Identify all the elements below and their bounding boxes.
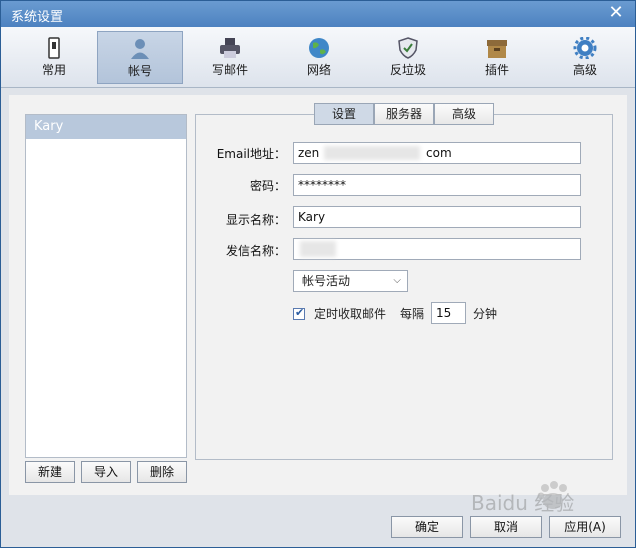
baidu-watermark: Baidu 经验 <box>471 479 611 519</box>
toolbar-label: 高级 <box>572 63 597 77</box>
toolbar-item-plugins[interactable]: 插件 <box>454 31 540 82</box>
settings-window: 系统设置 ✕ 常用 帐号 写邮件 网络 反垃圾 插件 高级 Kary 新建 导入… <box>0 0 636 548</box>
account-settings-content: Kary 新建 导入 删除 Email地址： zen com 密码： *****… <box>9 95 627 495</box>
user-icon <box>131 39 149 59</box>
toolbar-label: 插件 <box>484 63 509 77</box>
ok-button[interactable]: 确定 <box>391 516 463 538</box>
toolbar-label: 反垃圾 <box>389 63 426 77</box>
printer-icon <box>220 38 240 58</box>
toolbar-item-general[interactable]: 常用 <box>11 31 97 82</box>
email-field[interactable]: zen com <box>293 142 581 164</box>
toolbar-label: 网络 <box>306 63 331 77</box>
chevron-down-icon: ⌵ <box>393 275 401 286</box>
tab-server[interactable]: 服务器 <box>374 103 434 125</box>
email-value-end: com <box>426 146 452 160</box>
interval-unit: 分钟 <box>473 307 498 321</box>
interval-prefix: 每隔 <box>400 307 425 321</box>
auto-fetch-label: 定时收取邮件 <box>314 307 387 321</box>
gear-icon <box>573 37 597 59</box>
import-account-button[interactable]: 导入 <box>81 461 131 483</box>
password-field[interactable]: ******** <box>293 174 581 196</box>
close-icon[interactable]: ✕ <box>607 3 625 23</box>
title-bar: 系统设置 ✕ <box>1 1 635 27</box>
settings-toolbar: 常用 帐号 写邮件 网络 反垃圾 插件 高级 <box>1 27 635 88</box>
account-list-item[interactable]: Kary <box>26 115 186 139</box>
password-label: 密码： <box>249 179 286 193</box>
display-name-label: 显示名称： <box>225 213 286 227</box>
toolbar-label: 写邮件 <box>211 63 248 77</box>
redacted-region <box>324 146 420 160</box>
toolbar-item-compose[interactable]: 写邮件 <box>187 31 273 82</box>
sender-name-label: 发信名称： <box>225 244 286 258</box>
tab-advanced[interactable]: 高级 <box>434 103 494 125</box>
auto-fetch-checkbox[interactable]: ✔ <box>293 306 305 320</box>
toolbar-item-network[interactable]: 网络 <box>276 31 362 82</box>
delete-account-button[interactable]: 删除 <box>137 461 187 483</box>
window-title: 系统设置 <box>11 10 64 25</box>
account-list[interactable]: Kary <box>25 114 187 458</box>
display-name-field[interactable]: Kary <box>293 206 581 228</box>
email-value-start: zen <box>298 146 320 160</box>
tab-settings[interactable]: 设置 <box>314 103 374 125</box>
toolbar-item-advanced[interactable]: 高级 <box>542 31 628 82</box>
redacted-region <box>300 241 336 257</box>
toolbar-item-antispam[interactable]: 反垃圾 <box>365 31 451 82</box>
sender-name-field[interactable] <box>293 238 581 260</box>
new-account-button[interactable]: 新建 <box>25 461 75 483</box>
account-detail-panel: Email地址： zen com 密码： ******** 显示名称： Kary… <box>195 114 613 460</box>
cancel-button[interactable]: 取消 <box>470 516 542 538</box>
interval-input[interactable]: 15 <box>431 302 466 324</box>
account-status-select[interactable]: 帐号活动 ⌵ <box>293 270 408 292</box>
shield-icon <box>398 37 418 59</box>
toolbar-label: 常用 <box>41 63 66 77</box>
apply-button[interactable]: 应用(A) <box>549 516 621 538</box>
account-status-value: 帐号活动 <box>302 274 351 288</box>
watermark-text: Baidu 经验 <box>471 491 575 515</box>
box-icon <box>487 40 507 58</box>
toolbar-label: 帐号 <box>127 64 152 78</box>
globe-icon <box>309 38 329 58</box>
phone-icon <box>48 37 60 59</box>
toolbar-item-account[interactable]: 帐号 <box>97 31 183 84</box>
email-label: Email地址： <box>216 147 286 161</box>
